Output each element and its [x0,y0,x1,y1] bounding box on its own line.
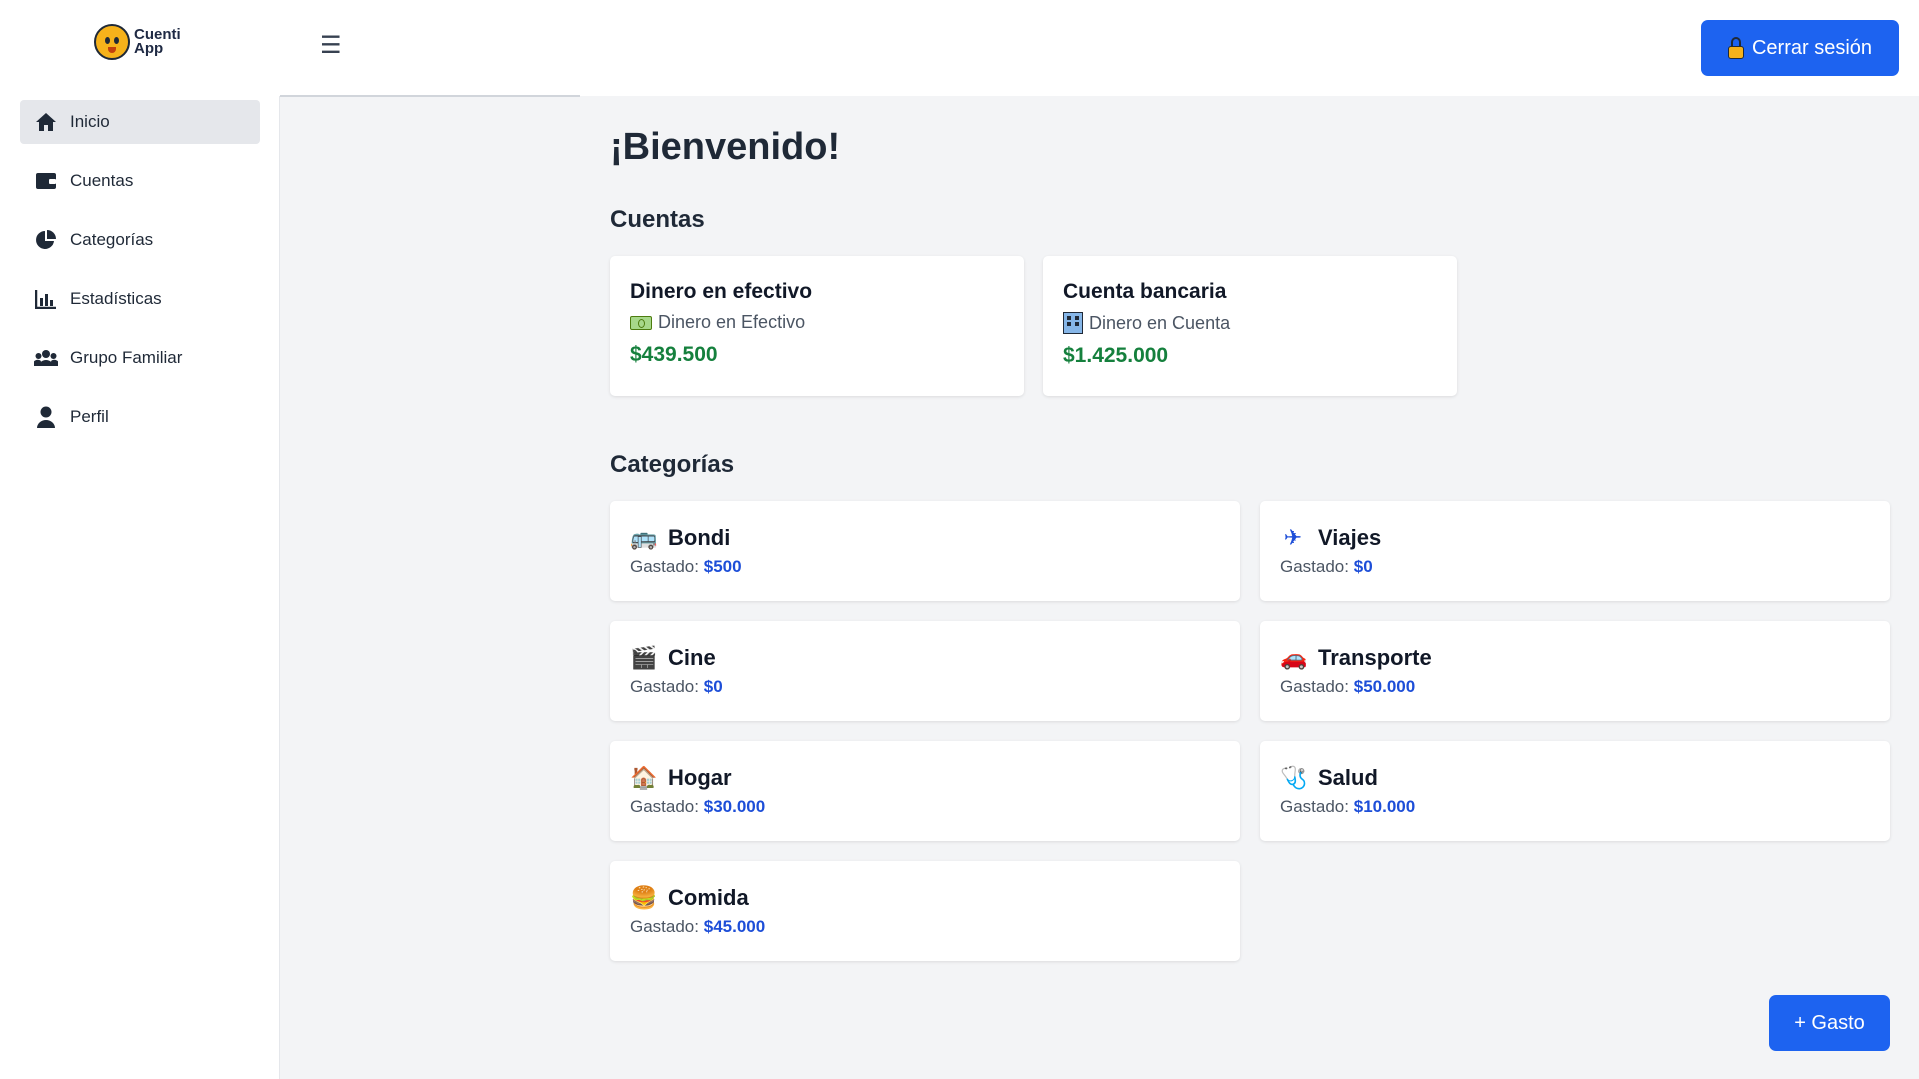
category-card[interactable]: 🚌 Bondi Gastado: $500 [610,501,1240,601]
sidebar-item-label: Inicio [70,112,110,131]
category-card[interactable]: 🏠 Hogar Gastado: $30.000 [610,741,1240,841]
logo-text-line2: App [134,40,164,57]
account-name: Cuenta bancaria [1063,280,1227,303]
sidebar-item-perfil[interactable]: Perfil [20,395,260,439]
pie-chart-icon [34,228,58,252]
category-spent: $10.000 [1353,797,1416,816]
category-spent: $0 [703,677,723,696]
spent-label: Gastado: [630,917,699,936]
sidebar-item-categorias[interactable]: Categorías [20,218,260,262]
house-icon: 🏠 [630,765,658,790]
sidebar-item-label: Perfil [70,407,109,426]
sidebar: Inicio Cuentas Categorías Estadísticas G… [0,96,280,1079]
bank-icon [1063,312,1083,334]
account-card[interactable]: Dinero en efectivo Dinero en Efectivo $4… [610,256,1024,396]
sidebar-item-cuentas[interactable]: Cuentas [20,159,260,203]
spent-label: Gastado: [630,797,699,816]
account-type: Dinero en Efectivo [658,312,806,332]
category-spent: $45.000 [703,917,766,936]
add-expense-button[interactable]: + Gasto [1769,995,1890,1051]
sidebar-item-label: Estadísticas [70,289,162,308]
category-spent: $30.000 [703,797,766,816]
accounts-section-title: Cuentas [610,206,705,233]
burger-icon: 🍔 [630,885,658,910]
category-spent: $500 [703,557,742,576]
category-name: Comida [668,885,749,910]
home-icon [34,110,58,134]
category-card[interactable]: ✈ Viajes Gastado: $0 [1260,501,1890,601]
lock-icon [1727,37,1744,59]
categories-section-title: Categorías [610,451,735,478]
car-icon: 🚗 [1280,645,1308,670]
stethoscope-icon: 🩺 [1280,765,1308,790]
category-spent: $0 [1353,557,1373,576]
spent-label: Gastado: [1280,557,1349,576]
spent-label: Gastado: [630,677,699,696]
app-logo[interactable]: Cuenti App [94,24,181,60]
logout-label: Cerrar sesión [1751,36,1873,59]
account-type: Dinero en Cuenta [1089,312,1231,333]
account-balance: $439.500 [630,343,718,366]
category-card[interactable]: 🚗 Transporte Gastado: $50.000 [1260,621,1890,721]
wallet-icon [34,169,58,193]
spent-label: Gastado: [1280,677,1349,696]
bar-chart-icon [34,287,58,311]
sidebar-item-label: Categorías [70,230,154,249]
account-name: Dinero en efectivo [630,280,813,303]
category-spent: $50.000 [1353,677,1416,696]
category-name: Hogar [668,765,732,790]
sidebar-item-label: Cuentas [70,171,134,190]
user-icon [34,405,58,429]
sidebar-item-inicio[interactable]: Inicio [20,100,260,144]
top-header: Cuenti App ☰ Cerrar sesión [0,0,1919,96]
header-divider [280,95,580,97]
users-icon [34,346,58,370]
sidebar-item-label: Grupo Familiar [70,348,183,367]
category-name: Viajes [1318,525,1382,550]
page-title: ¡Bienvenido! [610,126,841,168]
category-name: Salud [1318,765,1378,790]
category-name: Bondi [668,525,731,550]
category-name: Cine [668,645,716,670]
cash-icon [630,315,652,330]
menu-toggle-icon[interactable]: ☰ [320,34,342,58]
category-card[interactable]: 🎬 Cine Gastado: $0 [610,621,1240,721]
sidebar-item-estadisticas[interactable]: Estadísticas [20,277,260,321]
account-card[interactable]: Cuenta bancaria Dinero en Cuenta $1.425.… [1043,256,1457,396]
logout-button[interactable]: Cerrar sesión [1701,20,1899,76]
category-name: Transporte [1318,645,1432,670]
clapperboard-icon: 🎬 [630,645,658,670]
spent-label: Gastado: [1280,797,1349,816]
sidebar-item-grupo-familiar[interactable]: Grupo Familiar [20,336,260,380]
category-card[interactable]: 🩺 Salud Gastado: $10.000 [1260,741,1890,841]
logo-mascot-icon [94,24,130,60]
spent-label: Gastado: [630,557,699,576]
bus-icon: 🚌 [630,525,658,550]
category-card[interactable]: 🍔 Comida Gastado: $45.000 [610,861,1240,961]
account-balance: $1.425.000 [1063,344,1169,367]
airplane-icon: ✈ [1283,525,1303,550]
